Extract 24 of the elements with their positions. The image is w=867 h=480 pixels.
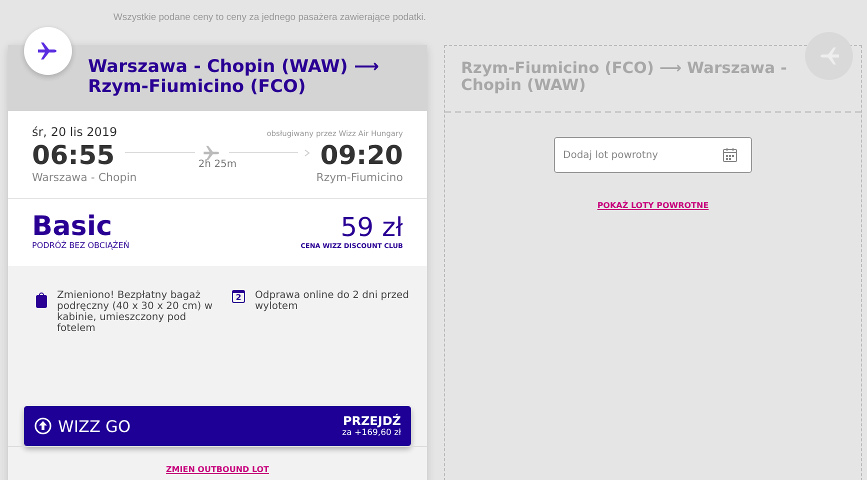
calendar-icon: 2	[232, 290, 245, 303]
fare-name: Basic	[32, 213, 112, 241]
return-date-field[interactable]: Dodaj lot powrotny	[554, 137, 752, 173]
arrow-up-circle-icon	[34, 417, 52, 435]
calendar-icon	[722, 147, 738, 163]
price-note: Wszystkie podane ceny to ceny za jednego pasażera zawierające podatki.	[112, 11, 427, 25]
route-title: Rzym-Fiumicino (FCO) ⟶ Warszawa - Chopin (WAW)	[461, 60, 788, 94]
change-flight-link[interactable]: ZMIEN OUTBOUND LOT	[166, 464, 270, 474]
feature-text: Zmieniono! Bezpłatny bagaż podręczny (40 x 30 x 20 cm) w kabinie, umieszczony pod fotelem	[57, 290, 214, 334]
arrival-airport: Rzym-Fiumicino	[316, 171, 403, 184]
fare-subtitle: PODRÓŻ BEZ OBCIĄŻEŃ	[32, 241, 130, 250]
backpack-icon	[36, 292, 47, 308]
fare-price: 59 zł	[340, 214, 403, 242]
route-title: Warszawa - Chopin (WAW) ⟶ Rzym-Fiumicino (FCO)	[88, 57, 380, 97]
departure-airport: Warszawa - Chopin	[32, 171, 137, 184]
feature-text: Odprawa online do 2 dni przed wylotem	[255, 290, 410, 312]
departure-time: 06:55	[32, 141, 115, 171]
flight-duration: 2h 25m	[198, 158, 237, 170]
show-return-flights-link[interactable]: POKAŻ LOTY POWROTNE	[597, 201, 709, 210]
upgrade-button[interactable]: WIZZ GO PRZEJDŹ za +169,60 zł	[24, 406, 411, 446]
arrival-time: 09:20	[320, 141, 403, 171]
plane-badge	[805, 32, 853, 80]
plane-badge	[24, 27, 72, 75]
flight-date: śr, 20 lis 2019	[32, 125, 118, 139]
